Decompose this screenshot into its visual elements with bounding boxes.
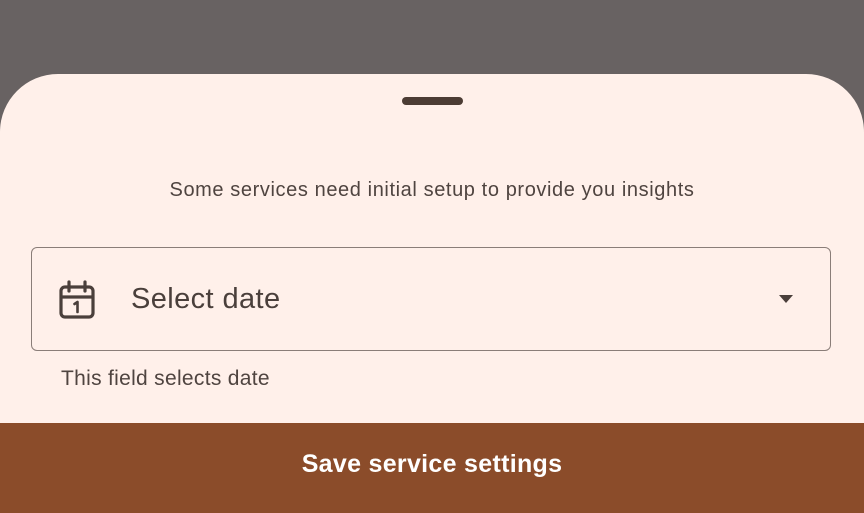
date-field-value: Select date — [131, 283, 281, 315]
calendar-icon — [59, 280, 95, 319]
drag-handle[interactable] — [402, 97, 463, 105]
date-select-field[interactable]: Select date — [31, 247, 831, 351]
save-button-label: Save service settings — [301, 450, 563, 478]
bottom-sheet: Some services need initial setup to prov… — [0, 74, 864, 513]
save-service-settings-button[interactable]: Save service settings — [0, 423, 864, 513]
sheet-subtitle: Some services need initial setup to prov… — [169, 179, 695, 201]
date-field-helper-text: This field selects date — [61, 367, 270, 390]
dropdown-arrow-icon[interactable] — [778, 294, 794, 304]
